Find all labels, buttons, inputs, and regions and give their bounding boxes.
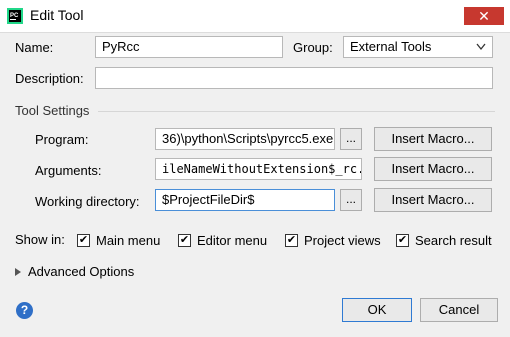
browse-label: ... bbox=[345, 131, 356, 145]
name-label: Name: bbox=[15, 40, 54, 55]
arguments-label: Arguments: bbox=[35, 163, 102, 178]
chevron-right-icon bbox=[15, 264, 21, 279]
group-label: Group: bbox=[293, 40, 333, 55]
window-title: Edit Tool bbox=[30, 7, 84, 23]
chevron-down-icon bbox=[476, 37, 486, 63]
program-insert-macro-button[interactable]: Insert Macro... bbox=[374, 127, 492, 151]
svg-text:PC: PC bbox=[10, 13, 19, 19]
main-menu-label: Main menu bbox=[96, 233, 161, 248]
tool-settings-heading: Tool Settings bbox=[15, 103, 90, 118]
cancel-label: Cancel bbox=[438, 302, 480, 317]
close-icon: ✕ bbox=[478, 8, 490, 24]
checkmark-icon: ✔ bbox=[178, 234, 191, 247]
checkmark-icon: ✔ bbox=[396, 234, 409, 247]
program-browse-button[interactable]: ... bbox=[340, 128, 362, 150]
description-field[interactable] bbox=[95, 67, 493, 89]
checkmark-icon: ✔ bbox=[77, 234, 90, 247]
close-button[interactable]: ✕ bbox=[464, 7, 504, 25]
cancel-button[interactable]: Cancel bbox=[420, 298, 498, 322]
working-directory-label: Working directory: bbox=[35, 194, 140, 209]
checkmark-icon: ✔ bbox=[285, 234, 298, 247]
editor-menu-label: Editor menu bbox=[197, 233, 268, 248]
ok-button[interactable]: OK bbox=[342, 298, 412, 322]
description-label: Description: bbox=[15, 71, 84, 86]
ok-label: OK bbox=[367, 302, 387, 317]
editor-menu-checkbox[interactable]: ✔ Editor menu bbox=[178, 233, 267, 248]
search-result-label: Search result bbox=[415, 233, 492, 248]
project-views-label: Project views bbox=[304, 233, 381, 248]
main-menu-checkbox[interactable]: ✔ Main menu bbox=[77, 233, 160, 248]
pycharm-app-icon: PC bbox=[7, 8, 23, 24]
group-select[interactable]: External Tools bbox=[343, 36, 493, 58]
working-directory-browse-button[interactable]: ... bbox=[340, 189, 362, 211]
program-value: 36)\python\Scripts\pyrcc5.exe bbox=[162, 131, 334, 146]
group-value: External Tools bbox=[350, 39, 432, 54]
search-result-checkbox[interactable]: ✔ Search result bbox=[396, 233, 492, 248]
help-icon[interactable]: ? bbox=[16, 302, 33, 319]
help-glyph: ? bbox=[20, 303, 29, 317]
working-directory-insert-macro-button[interactable]: Insert Macro... bbox=[374, 188, 492, 212]
project-views-checkbox[interactable]: ✔ Project views bbox=[285, 233, 381, 248]
insert-macro-label: Insert Macro... bbox=[391, 161, 475, 176]
browse-label: ... bbox=[345, 192, 356, 206]
title-bar: PC Edit Tool ✕ bbox=[0, 0, 510, 32]
program-field[interactable]: 36)\python\Scripts\pyrcc5.exe bbox=[155, 128, 335, 150]
name-value: PyRcc bbox=[102, 39, 140, 54]
section-divider bbox=[98, 111, 495, 112]
insert-macro-label: Insert Macro... bbox=[391, 192, 475, 207]
arguments-insert-macro-button[interactable]: Insert Macro... bbox=[374, 157, 492, 181]
insert-macro-label: Insert Macro... bbox=[391, 131, 475, 146]
show-in-label: Show in: bbox=[15, 232, 65, 247]
arguments-field[interactable]: ileNameWithoutExtension$_rc.py bbox=[155, 158, 362, 180]
working-directory-value: $ProjectFileDir$ bbox=[162, 192, 255, 207]
advanced-options-label: Advanced Options bbox=[28, 264, 135, 279]
program-label: Program: bbox=[35, 132, 89, 147]
advanced-options-toggle[interactable]: Advanced Options bbox=[15, 264, 134, 279]
arguments-value: ileNameWithoutExtension$_rc.py bbox=[162, 162, 362, 176]
working-directory-field[interactable]: $ProjectFileDir$ bbox=[155, 189, 335, 211]
name-field[interactable]: PyRcc bbox=[95, 36, 283, 58]
